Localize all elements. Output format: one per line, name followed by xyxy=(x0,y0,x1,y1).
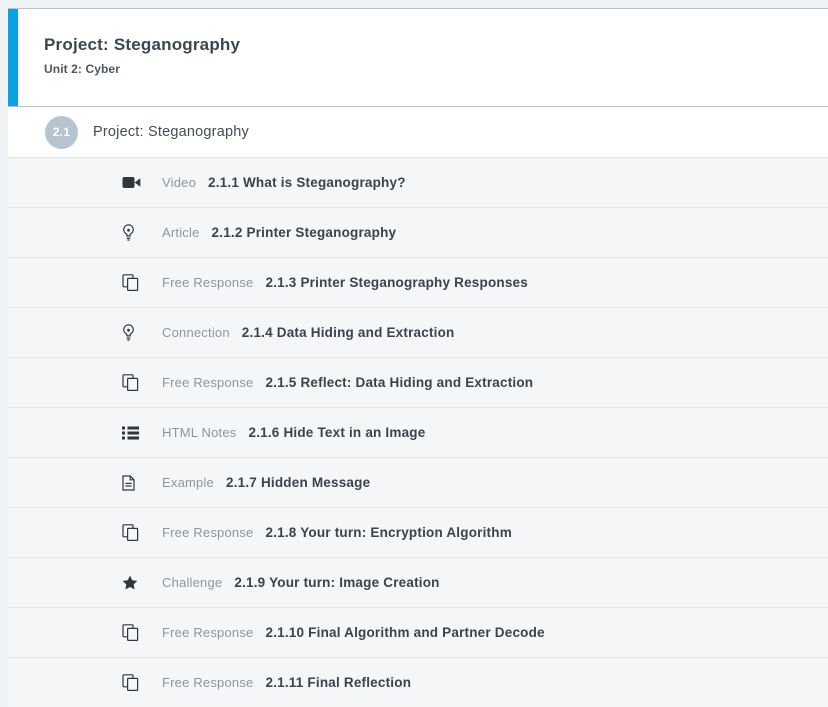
lesson-title: 2.1.1 What is Steganography? xyxy=(208,175,406,190)
lesson-row[interactable]: Video 2.1.1 What is Steganography? xyxy=(8,157,828,207)
item-type-label: Free Response xyxy=(162,675,253,690)
section-title: Project: Steganography xyxy=(93,124,249,140)
copy-icon xyxy=(122,674,142,692)
lesson-title: 2.1.4 Data Hiding and Extraction xyxy=(242,325,455,340)
lesson-row[interactable]: Example 2.1.7 Hidden Message xyxy=(8,457,828,507)
document-icon xyxy=(122,474,142,492)
item-type-label: Free Response xyxy=(162,625,253,640)
item-type-label: Connection xyxy=(162,325,230,340)
item-type-label: Challenge xyxy=(162,575,222,590)
item-type-label: Free Response xyxy=(162,525,253,540)
lesson-row[interactable]: Free Response 2.1.8 Your turn: Encryptio… xyxy=(8,507,828,557)
lesson-row[interactable]: Connection 2.1.4 Data Hiding and Extract… xyxy=(8,307,828,357)
lesson-row[interactable]: Free Response 2.1.11 Final Reflection xyxy=(8,657,828,707)
copy-icon xyxy=(122,624,142,642)
lesson-list: Video 2.1.1 What is Steganography? Artic… xyxy=(8,157,828,707)
item-type-label: Example xyxy=(162,475,214,490)
section-row[interactable]: 2.1 Project: Steganography xyxy=(8,107,828,157)
lesson-title: 2.1.7 Hidden Message xyxy=(226,475,370,490)
list-icon xyxy=(122,424,142,442)
lesson-title: 2.1.2 Printer Steganography xyxy=(212,225,397,240)
lesson-row[interactable]: Article 2.1.2 Printer Steganography xyxy=(8,207,828,257)
lesson-row[interactable]: Challenge 2.1.9 Your turn: Image Creatio… xyxy=(8,557,828,607)
lesson-row[interactable]: HTML Notes 2.1.6 Hide Text in an Image xyxy=(8,407,828,457)
module-title: Project: Steganography xyxy=(44,9,828,55)
copy-icon xyxy=(122,374,142,392)
module-header: Project: Steganography Unit 2: Cyber xyxy=(8,8,828,107)
accent-bar xyxy=(8,9,18,106)
star-icon xyxy=(122,574,142,592)
lesson-module-panel: Project: Steganography Unit 2: Cyber 2.1… xyxy=(8,8,828,707)
lesson-title: 2.1.6 Hide Text in an Image xyxy=(248,425,425,440)
video-icon xyxy=(122,174,142,192)
lesson-row[interactable]: Free Response 2.1.5 Reflect: Data Hiding… xyxy=(8,357,828,407)
lightbulb-icon xyxy=(122,224,142,242)
copy-icon xyxy=(122,524,142,542)
lesson-title: 2.1.5 Reflect: Data Hiding and Extractio… xyxy=(265,375,533,390)
item-type-label: Video xyxy=(162,175,196,190)
item-type-label: Free Response xyxy=(162,375,253,390)
lesson-title: 2.1.10 Final Algorithm and Partner Decod… xyxy=(265,625,544,640)
lesson-title: 2.1.11 Final Reflection xyxy=(265,675,411,690)
item-type-label: HTML Notes xyxy=(162,425,236,440)
module-subtitle: Unit 2: Cyber xyxy=(44,62,828,76)
copy-icon xyxy=(122,274,142,292)
lesson-title: 2.1.8 Your turn: Encryption Algorithm xyxy=(265,525,511,540)
lesson-title: 2.1.3 Printer Steganography Responses xyxy=(265,275,527,290)
lesson-row[interactable]: Free Response 2.1.3 Printer Steganograph… xyxy=(8,257,828,307)
item-type-label: Article xyxy=(162,225,200,240)
item-type-label: Free Response xyxy=(162,275,253,290)
lesson-row[interactable]: Free Response 2.1.10 Final Algorithm and… xyxy=(8,607,828,657)
lesson-title: 2.1.9 Your turn: Image Creation xyxy=(234,575,439,590)
lightbulb-icon xyxy=(122,324,142,342)
section-badge: 2.1 xyxy=(45,116,78,149)
